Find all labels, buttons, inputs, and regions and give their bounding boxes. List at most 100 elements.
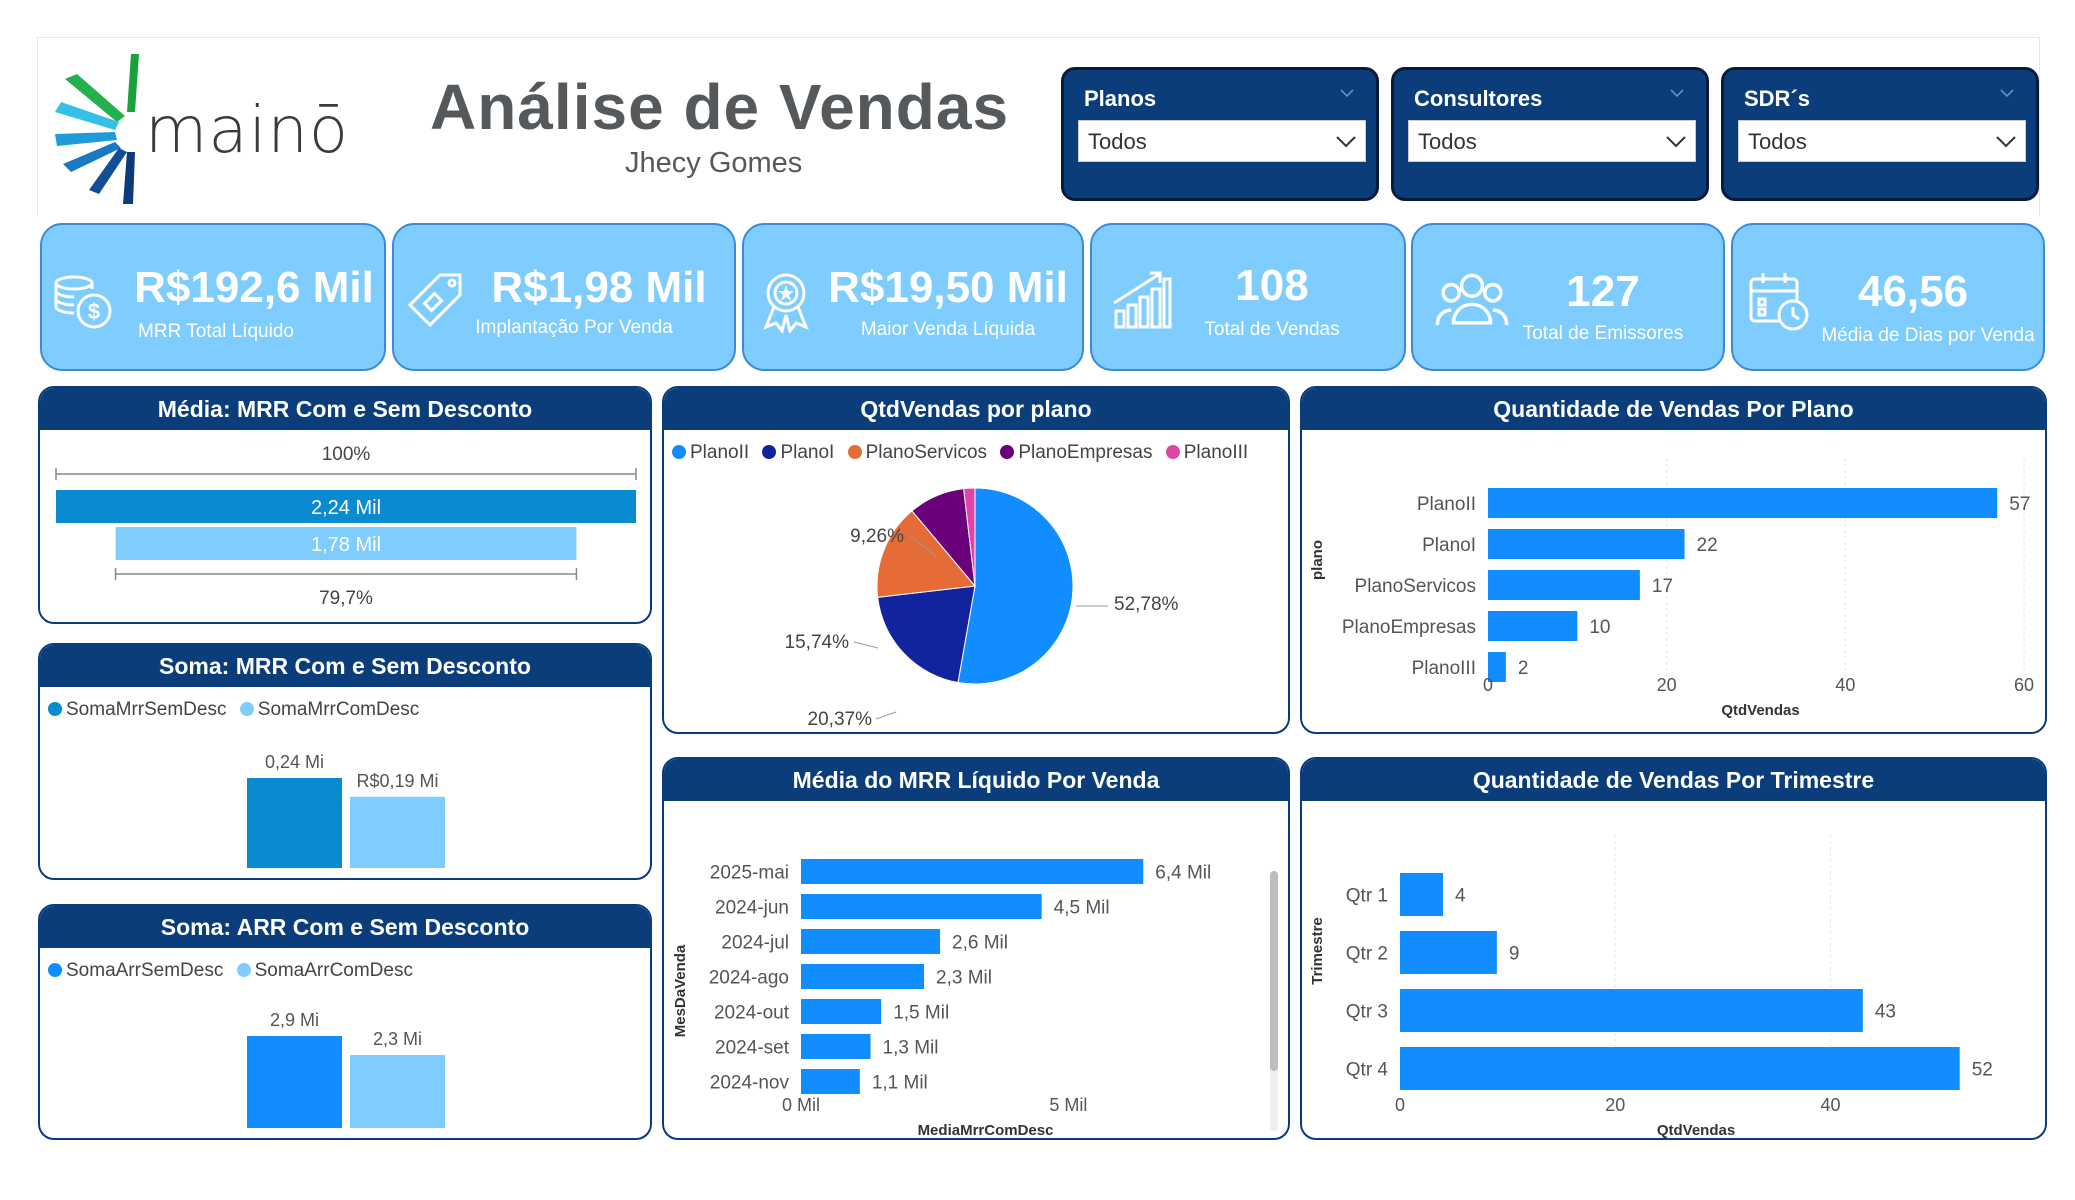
bar bbox=[801, 964, 924, 989]
category-label: PlanoI bbox=[1422, 535, 1476, 556]
dropdown-arrow-icon bbox=[1996, 136, 2016, 148]
legend-label: PlanoII bbox=[690, 442, 750, 463]
kpi-total-vendas: 108 Total de Vendas bbox=[1090, 223, 1406, 371]
slicer-sdrs[interactable]: SDR´s Todos bbox=[1721, 67, 2039, 201]
kpi-mrr-total: $ R$192,6 Mil MRR Total Líquido bbox=[40, 223, 386, 371]
vendas-plano-chart: PlanoII 57 PlanoI 22 PlanoServicos 17 PlanoEmp… bbox=[1309, 458, 2034, 719]
kpi-value: 46,56 bbox=[1857, 267, 1969, 316]
x-tick-label: 0 Mil bbox=[782, 1095, 820, 1115]
pie-slice bbox=[877, 585, 976, 684]
legend-dot bbox=[1000, 445, 1015, 459]
dropdown-arrow-icon bbox=[1666, 136, 1686, 148]
panel-vendas-plano: Quantidade de Vendas Por Plano PlanoII 57… bbox=[1300, 386, 2047, 734]
bar bbox=[1400, 989, 1863, 1032]
kpi-value: R$1,98 Mil bbox=[491, 263, 707, 312]
legend-label: PlanoEmpresas bbox=[1018, 442, 1153, 463]
category-label: 2024-nov bbox=[710, 1073, 790, 1094]
panel-title: Quantidade de Vendas Por Plano bbox=[1302, 388, 2045, 430]
funnel-bottom-pct: 79,7% bbox=[319, 588, 373, 609]
funnel-chart: 100% 2,24 Mil 1,78 Mil 79,7% bbox=[55, 444, 637, 609]
column-value-label: 2,3 Mi bbox=[373, 1029, 422, 1049]
chevron-down-icon[interactable] bbox=[2000, 86, 2014, 100]
category-label: 2024-jul bbox=[721, 933, 789, 954]
panel-soma-mrr: Soma: MRR Com e Sem Desconto SomaMrrSemD… bbox=[38, 643, 652, 880]
pie-leader-line bbox=[853, 641, 879, 649]
bar-value-label: 9 bbox=[1509, 944, 1520, 965]
pie-chart: 52,78% 20,37% 15,74% 9,26% bbox=[785, 487, 1179, 730]
panel-vendas-trimestre: Quantidade de Vendas Por Trimestre Qtr 1… bbox=[1300, 757, 2047, 1140]
sdrs-dropdown[interactable]: Todos bbox=[1738, 120, 2026, 162]
mrr-mes-chart: 2025-mai 6,4 Mil 2024-jun 4,5 Mil 2024-jul 2,… bbox=[672, 859, 1278, 1138]
pie-slice-label: 52,78% bbox=[1114, 594, 1179, 615]
funnel-bar-label: 1,78 Mil bbox=[311, 534, 381, 556]
logo-wordmark: mainō bbox=[145, 94, 350, 168]
kpi-label: Implantação Por Venda bbox=[475, 317, 673, 338]
legend-label: PlanoServicos bbox=[865, 442, 988, 463]
dropdown-value: Todos bbox=[1418, 129, 1477, 154]
brand-logo: mainō bbox=[55, 54, 405, 204]
x-tick-label: 0 bbox=[1483, 675, 1493, 695]
legend-item[interactable]: PlanoServicos bbox=[847, 442, 988, 463]
legend-item[interactable]: SomaMrrComDesc bbox=[239, 699, 420, 720]
chevron-down-icon[interactable] bbox=[1670, 86, 1684, 100]
legend-item[interactable]: SomaArrSemDesc bbox=[48, 960, 223, 981]
slicer-title: Planos bbox=[1084, 86, 1157, 111]
soma-arr-chart: 2,9 Mi 2,3 Mi bbox=[247, 1010, 445, 1128]
legend-item[interactable]: PlanoI bbox=[762, 442, 834, 463]
chevron-down-icon[interactable] bbox=[1340, 86, 1354, 100]
x-axis-title: QtdVendas bbox=[1657, 1122, 1735, 1138]
panel-title: Média do MRR Líquido Por Venda bbox=[664, 759, 1288, 801]
bar bbox=[1488, 611, 1578, 641]
y-axis-title: Trimestre bbox=[1309, 917, 1326, 985]
column-bar bbox=[247, 778, 342, 868]
legend-item[interactable]: SomaMrrSemDesc bbox=[48, 699, 226, 720]
slicer-planos[interactable]: Planos Todos bbox=[1061, 67, 1379, 201]
pie-leader-line bbox=[875, 711, 897, 720]
category-label: Qtr 2 bbox=[1346, 944, 1388, 965]
legend-label: PlanoIII bbox=[1183, 442, 1249, 463]
bar-growth-icon bbox=[1113, 271, 1172, 329]
legend-dot bbox=[236, 963, 251, 977]
bar-value-label: 57 bbox=[2009, 494, 2030, 515]
vendas-trimestre-chart: Qtr 1 4 Qtr 2 9 Qtr 3 43 Qtr 4 52 0 20 40 QtdVendas… bbox=[1309, 835, 1993, 1138]
legend-item[interactable]: PlanoII bbox=[672, 442, 749, 463]
category-label: 2025-mai bbox=[710, 863, 789, 884]
legend-item[interactable]: PlanoIII bbox=[1165, 442, 1249, 463]
legend-label: SomaMrrComDesc bbox=[257, 699, 420, 720]
consultores-dropdown[interactable]: Todos bbox=[1408, 120, 1696, 162]
kpi-label: Média de Dias por Venda bbox=[1821, 325, 2035, 346]
category-label: Qtr 3 bbox=[1346, 1002, 1388, 1023]
bar-value-label: 1,1 Mil bbox=[872, 1073, 928, 1094]
kpi-label: MRR Total Líquido bbox=[138, 321, 294, 342]
slicer-consultores[interactable]: Consultores Todos bbox=[1391, 67, 1709, 201]
x-tick-label: 20 bbox=[1657, 675, 1677, 695]
column-bar bbox=[350, 1055, 445, 1128]
bar-value-label: 2 bbox=[1518, 658, 1529, 679]
category-label: 2024-out bbox=[714, 1003, 790, 1024]
kpi-implantacao: R$1,98 Mil Implantação Por Venda bbox=[392, 223, 736, 371]
category-label: 2024-set bbox=[715, 1038, 790, 1059]
x-axis-title: QtdVendas bbox=[1721, 702, 1799, 719]
legend-item[interactable]: PlanoEmpresas bbox=[1000, 442, 1152, 463]
category-label: 2024-jun bbox=[715, 898, 789, 919]
category-label: 2024-ago bbox=[709, 968, 789, 989]
x-tick-label: 0 bbox=[1395, 1095, 1405, 1115]
bar bbox=[1400, 873, 1444, 916]
panel-title: Soma: MRR Com e Sem Desconto bbox=[40, 645, 650, 687]
legend-item[interactable]: SomaArrComDesc bbox=[236, 960, 413, 981]
calendar-clock-icon bbox=[1749, 273, 1809, 331]
bar-value-label: 1,5 Mil bbox=[893, 1003, 949, 1024]
bar bbox=[801, 1069, 860, 1094]
funnel-top-pct: 100% bbox=[322, 444, 371, 465]
logo-mark-icon bbox=[55, 54, 139, 204]
x-tick-label: 5 Mil bbox=[1049, 1095, 1087, 1115]
planos-dropdown[interactable]: Todos bbox=[1078, 120, 1366, 162]
legend-dot bbox=[847, 445, 862, 459]
bar-value-label: 52 bbox=[1972, 1060, 1993, 1081]
chart-legend: SomaMrrSemDesc SomaMrrComDesc bbox=[48, 699, 427, 721]
x-tick-label: 40 bbox=[1821, 1095, 1841, 1115]
bar-value-label: 2,6 Mil bbox=[952, 933, 1008, 954]
award-badge-icon bbox=[763, 273, 809, 333]
bar bbox=[1400, 1047, 1960, 1090]
bar bbox=[801, 1034, 871, 1059]
